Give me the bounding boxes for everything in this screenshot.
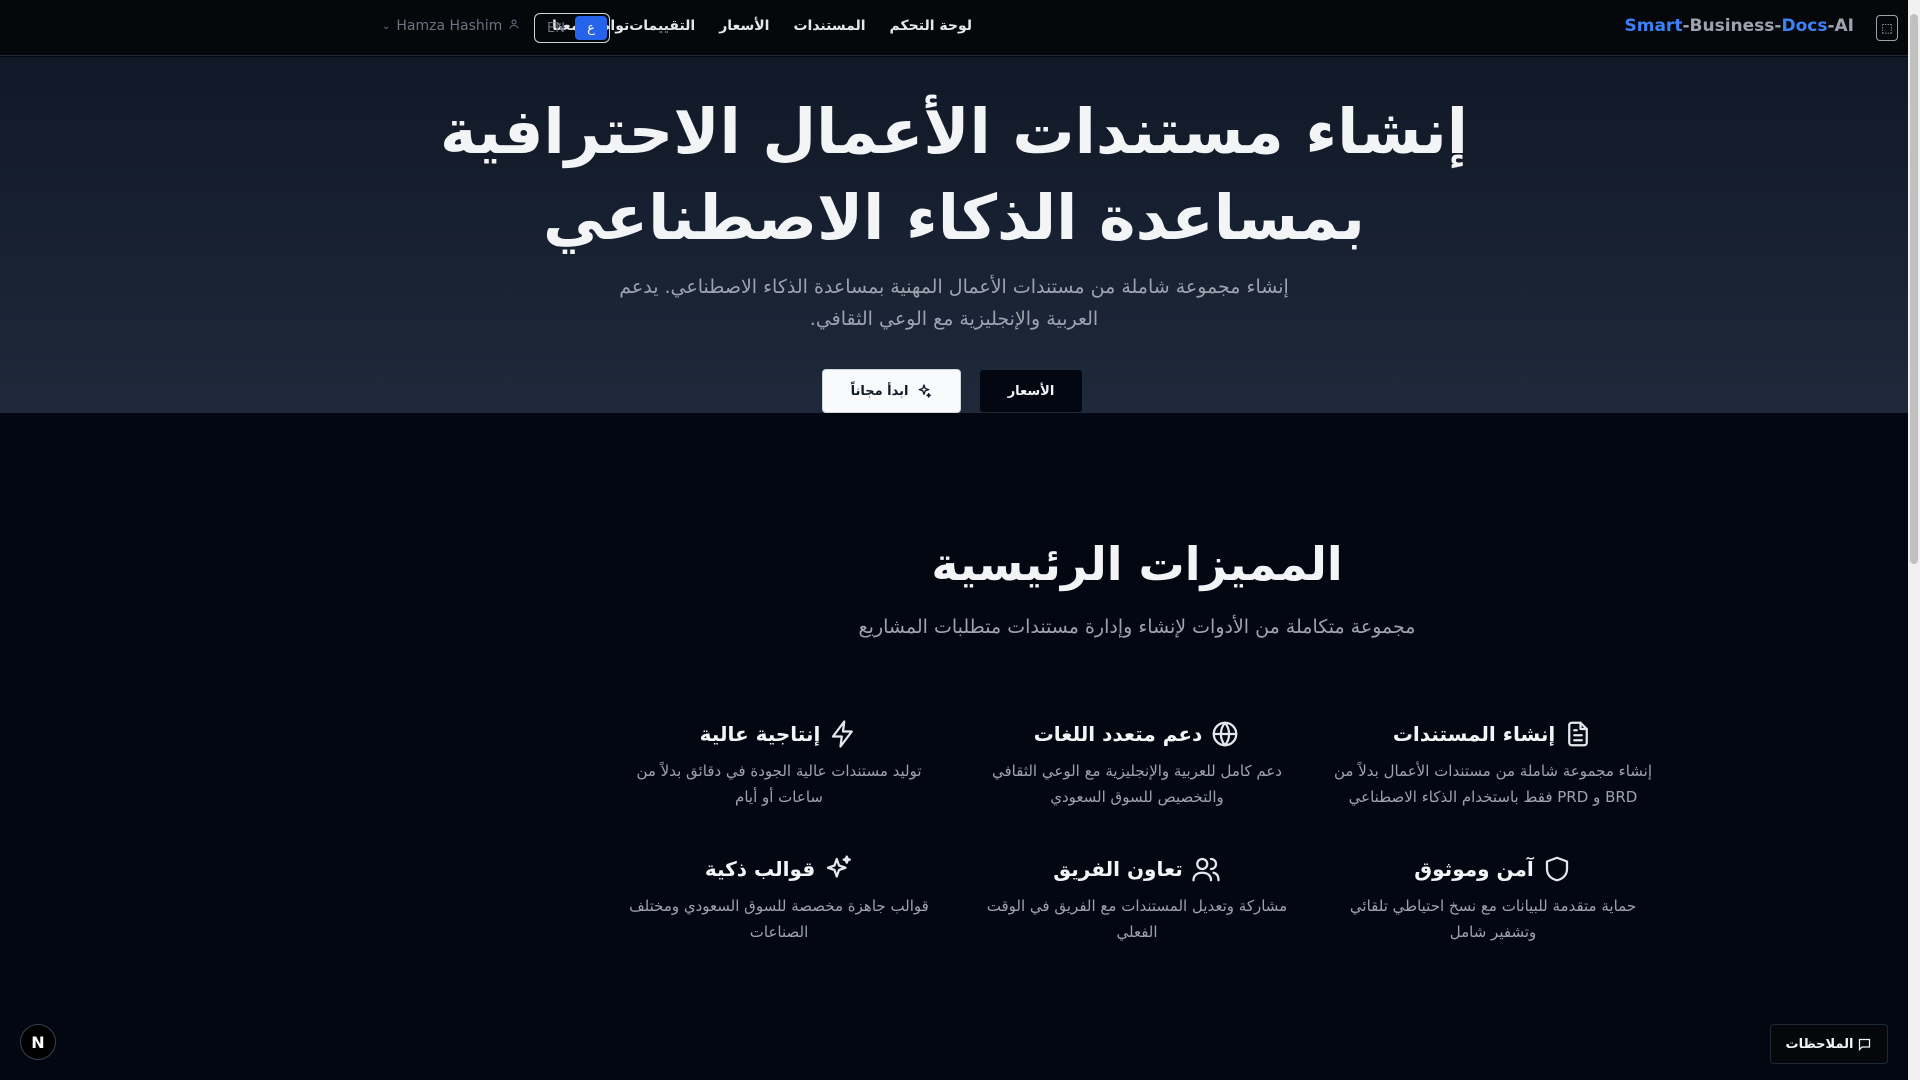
- feature-title: دعم متعدد اللغات: [1033, 722, 1203, 746]
- next-badge-label: N: [31, 1032, 45, 1052]
- sparkles-icon: [827, 855, 852, 878]
- nav-link-reviews[interactable]: التقييمات: [629, 18, 695, 34]
- feature-card-team: تعاون الفريق مشاركة وتعديل المستندات مع …: [972, 851, 1302, 945]
- feature-card-productivity: إنتاجية عالية توليد مستندات عالية الجودة…: [614, 716, 944, 810]
- features-title: المميزات الرئيسية: [931, 537, 1343, 591]
- feature-card-templates: قوالب ذكية قوالب جاهزة مخصصة للسوق السعو…: [614, 851, 944, 945]
- lang-en-option[interactable]: EN: [537, 21, 575, 36]
- feature-description: دعم كامل للعربية والإنجليزية مع الوعي ال…: [992, 762, 1282, 806]
- scrollbar-thumb[interactable]: [1910, 14, 1918, 564]
- language-toggle[interactable]: EN ع: [534, 13, 610, 43]
- hero-subtitle: إنشاء مجموعة شاملة من مستندات الأعمال ال…: [604, 271, 1304, 335]
- pricing-button[interactable]: الأسعار: [979, 369, 1083, 413]
- menu-icon: ⬚: [1881, 21, 1893, 35]
- nav-link-pricing[interactable]: الأسعار: [719, 18, 769, 34]
- hero-buttons: ابدأ مجاناً الأسعار: [822, 369, 1083, 413]
- nav-links: لوحة التحكم المستندات الأسعار التقييمات …: [552, 18, 972, 34]
- start-free-button[interactable]: ابدأ مجاناً: [822, 369, 961, 413]
- users-icon: [1192, 857, 1220, 882]
- feature-description: إنشاء مجموعة شاملة من مستندات الأعمال بد…: [1334, 762, 1652, 806]
- feature-card-documents: إنشاء المستندات إنشاء مجموعة شاملة من مس…: [1328, 716, 1658, 810]
- hero-subtitle-line-1: إنشاء مجموعة شاملة من مستندات الأعمال ال…: [619, 276, 1289, 298]
- lang-ar-option[interactable]: ع: [575, 16, 607, 40]
- features-subtitle: مجموعة متكاملة من الأدوات لإنشاء وإدارة …: [858, 616, 1416, 638]
- feature-title: تعاون الفريق: [1053, 857, 1183, 881]
- brand-part-smart: Smart: [1624, 16, 1683, 36]
- page-scrollbar[interactable]: [1908, 0, 1920, 1080]
- feature-card-multilingual: دعم متعدد اللغات دعم كامل للعربية والإنج…: [972, 716, 1302, 810]
- hero-title: إنشاء مستندات الأعمال الاحترافية بمساعدة…: [0, 89, 1908, 261]
- feature-description: قوالب جاهزة مخصصة للسوق السعودي ومختلف ا…: [629, 897, 929, 941]
- brand-part-ai: -AI: [1827, 16, 1854, 36]
- notes-label: الملاحظات: [1785, 1036, 1854, 1052]
- hero-subtitle-line-2: العربية والإنجليزية مع الوعي الثقافي.: [809, 308, 1099, 330]
- top-navbar: ⬚ Smart-Business-Docs-AI لوحة التحكم الم…: [0, 0, 1908, 56]
- feature-card-security: آمن وموثوق حماية متقدمة للبيانات مع نسخ …: [1328, 851, 1658, 945]
- start-free-label: ابدأ مجاناً: [850, 383, 909, 399]
- feature-title: قوالب ذكية: [704, 857, 816, 881]
- feature-title: إنتاجية عالية: [699, 722, 821, 746]
- chevron-down-icon: ⌄: [382, 20, 391, 32]
- sparkles-icon: [919, 384, 932, 398]
- document-icon: [1568, 721, 1589, 747]
- feature-description: حماية متقدمة للبيانات مع نسخ احتياطي تلق…: [1349, 897, 1637, 941]
- globe-icon: [1212, 721, 1238, 747]
- user-menu[interactable]: ⌄ Hamza Hashim: [382, 18, 520, 34]
- notes-button[interactable]: الملاحظات: [1770, 1024, 1888, 1064]
- lightning-icon: [832, 720, 854, 748]
- nav-link-documents[interactable]: المستندات: [793, 18, 865, 34]
- user-name: Hamza Hashim: [396, 18, 503, 34]
- shield-icon: [1545, 856, 1568, 882]
- feature-title: آمن وموثوق: [1414, 857, 1534, 881]
- feature-title: إنشاء المستندات: [1392, 722, 1556, 746]
- next-dev-badge[interactable]: N: [20, 1024, 56, 1060]
- brand-part-docs: Docs: [1781, 16, 1828, 36]
- pricing-label: الأسعار: [1007, 383, 1055, 399]
- hero-section: إنشاء مستندات الأعمال الاحترافية بمساعدة…: [0, 57, 1908, 413]
- feature-description: مشاركة وتعديل المستندات مع الفريق في الو…: [986, 897, 1288, 941]
- brand-logo[interactable]: Smart-Business-Docs-AI: [1625, 16, 1855, 36]
- user-icon: [508, 18, 520, 34]
- brand-part-business: -Business-: [1682, 16, 1782, 36]
- feature-description: توليد مستندات عالية الجودة في دقائق بدلا…: [636, 762, 922, 806]
- hero-title-line-1: إنشاء مستندات الأعمال الاحترافية: [440, 95, 1468, 168]
- comment-icon: [1859, 1038, 1871, 1051]
- sidebar-toggle-button[interactable]: ⬚: [1876, 15, 1898, 41]
- hero-title-line-2: بمساعدة الذكاء الاصطناعي: [543, 181, 1365, 254]
- nav-link-dashboard[interactable]: لوحة التحكم: [890, 18, 972, 34]
